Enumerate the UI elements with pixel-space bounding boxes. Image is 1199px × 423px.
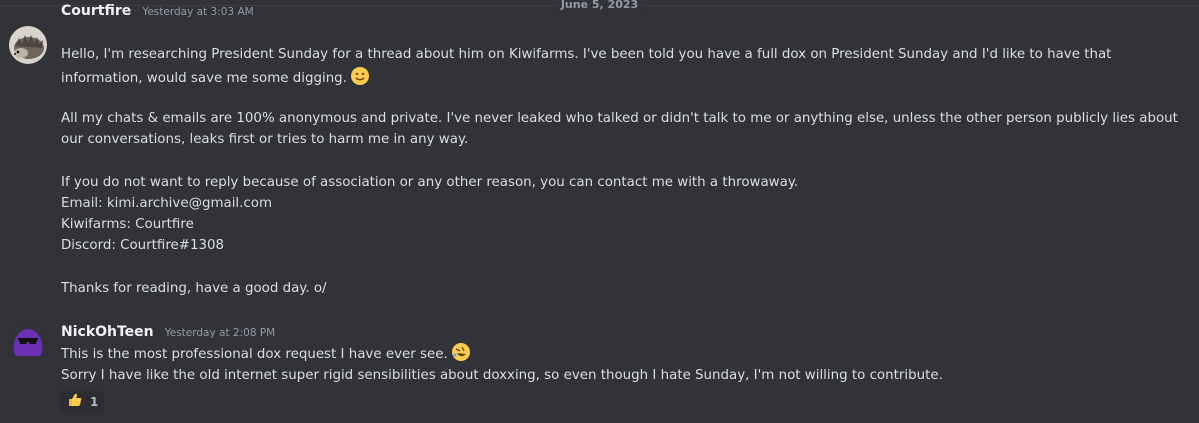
message-line-with-emoji: information, would save me some digging. bbox=[61, 66, 370, 93]
divider-date: June 5, 2023 bbox=[554, 0, 645, 11]
message-line: our conversations, leaks first or tries … bbox=[61, 132, 469, 147]
avatar[interactable] bbox=[9, 322, 47, 360]
reaction-thumbs-up[interactable]: 1 bbox=[60, 391, 104, 413]
message-line: Hello, I'm researching President Sunday … bbox=[61, 47, 1112, 62]
reaction-count: 1 bbox=[90, 395, 99, 409]
timestamp[interactable]: Yesterday at 2:08 PM bbox=[165, 327, 276, 339]
message-line: Email: kimi.archive@gmail.com bbox=[61, 196, 273, 211]
purple-blob-sunglasses-avatar-icon bbox=[9, 322, 47, 360]
message-line: Thanks for reading, have a good day. o/ bbox=[61, 281, 327, 296]
username[interactable]: NickOhTeen bbox=[61, 324, 154, 340]
message-line: This is the most professional dox reques… bbox=[61, 347, 448, 362]
message-line: All my chats & emails are 100% anonymous… bbox=[61, 111, 1178, 126]
message-line: information, would save me some digging. bbox=[61, 71, 347, 86]
hedgehog-avatar-icon bbox=[9, 26, 47, 64]
slightly-smiling-face-icon bbox=[350, 66, 370, 93]
timestamp[interactable]: Yesterday at 3:03 AM bbox=[142, 6, 253, 18]
message-line: Discord: Courtfire#1308 bbox=[61, 238, 225, 253]
message-line: Kiwifarms: Courtfire bbox=[61, 217, 194, 232]
rolling-on-floor-laughing-face-icon bbox=[451, 342, 471, 369]
thumbs-up-icon bbox=[67, 392, 83, 412]
message-line: Sorry I have like the old internet super… bbox=[61, 368, 943, 383]
username[interactable]: Courtfire bbox=[61, 3, 131, 19]
message-line: If you do not want to reply because of a… bbox=[61, 175, 799, 190]
avatar[interactable] bbox=[9, 26, 47, 64]
message-line-with-emoji: This is the most professional dox reques… bbox=[61, 342, 471, 369]
